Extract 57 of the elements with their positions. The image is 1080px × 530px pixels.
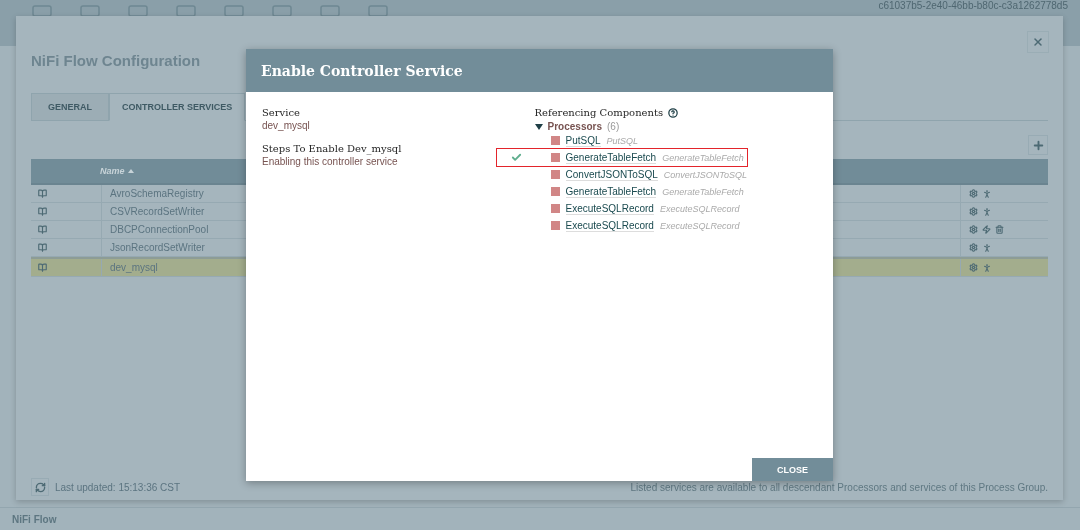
toolbar-icon[interactable]: [366, 4, 390, 16]
gear-icon[interactable]: [969, 207, 978, 216]
group-count: (6): [607, 121, 620, 132]
steps-label: Steps To Enable Dev_mysql: [262, 142, 403, 155]
toolbar-icon[interactable]: [318, 4, 342, 16]
expand-caret-icon[interactable]: [534, 123, 543, 130]
processor-type: PutSQL: [606, 135, 639, 146]
referencing-label: Referencing Components: [534, 106, 664, 119]
service-name: dev_mysql: [262, 119, 311, 132]
footer-note: Listed services are available to all descendant Processors and services of this Process Group.: [630, 481, 1048, 493]
book-icon: [38, 189, 47, 198]
processor-type: ExecuteSQLRecord: [659, 203, 740, 214]
figure-icon[interactable]: [982, 206, 992, 217]
close-icon: [1032, 36, 1044, 48]
toolbar-icon[interactable]: [270, 4, 294, 16]
processor-link[interactable]: ExecuteSQLRecord: [565, 219, 654, 232]
toolbar-icon[interactable]: [30, 4, 54, 16]
group-label: Processors: [547, 121, 602, 132]
book-icon: [38, 225, 47, 234]
figure-icon[interactable]: [982, 188, 992, 199]
close-button[interactable]: [1027, 31, 1049, 53]
processor-link[interactable]: ConvertJSONToSQL: [565, 168, 658, 181]
bolt-icon[interactable]: [982, 225, 991, 234]
add-button[interactable]: [1028, 135, 1048, 155]
toolbar-icon[interactable]: [78, 4, 102, 16]
plus-icon: [1031, 138, 1045, 152]
gear-icon[interactable]: [969, 263, 978, 272]
processor-link[interactable]: GenerateTableFetch: [565, 151, 657, 164]
processor-type: ConvertJSONToSQL: [663, 169, 747, 180]
processor-link[interactable]: PutSQL: [565, 134, 601, 147]
figure-icon[interactable]: [982, 242, 992, 253]
gear-icon[interactable]: [969, 189, 978, 198]
gear-icon[interactable]: [969, 243, 978, 252]
toolbar-icon[interactable]: [174, 4, 198, 16]
dialog-title: Enable Controller Service: [261, 62, 463, 79]
trash-icon[interactable]: [995, 225, 1004, 234]
last-updated: Last updated: 15:13:36 CST: [55, 481, 181, 493]
figure-icon[interactable]: [982, 262, 992, 273]
gear-icon[interactable]: [969, 225, 978, 234]
close-button[interactable]: CLOSE: [752, 458, 833, 481]
book-icon: [38, 207, 47, 216]
help-icon[interactable]: [668, 107, 679, 118]
processor-type: ExecuteSQLRecord: [659, 220, 740, 231]
toolbar-icon[interactable]: [222, 4, 246, 16]
toolbar-icon[interactable]: [126, 4, 150, 16]
book-icon: [38, 243, 47, 252]
refresh-icon: [34, 481, 46, 493]
service-label: Service: [262, 106, 301, 119]
book-icon: [38, 263, 47, 272]
processor-link[interactable]: ExecuteSQLRecord: [565, 202, 654, 215]
processor-link[interactable]: GenerateTableFetch: [565, 185, 657, 198]
flow-id: c61037b5-2e40-46bb-b80c-c3a1262778d5: [878, 0, 1068, 12]
processor-type: GenerateTableFetch: [662, 152, 744, 163]
processor-type: GenerateTableFetch: [662, 186, 744, 197]
refresh-button[interactable]: [31, 478, 49, 496]
tab[interactable]: CONTROLLER SERVICES: [109, 93, 246, 121]
step-text: Enabling this controller service: [262, 155, 399, 168]
